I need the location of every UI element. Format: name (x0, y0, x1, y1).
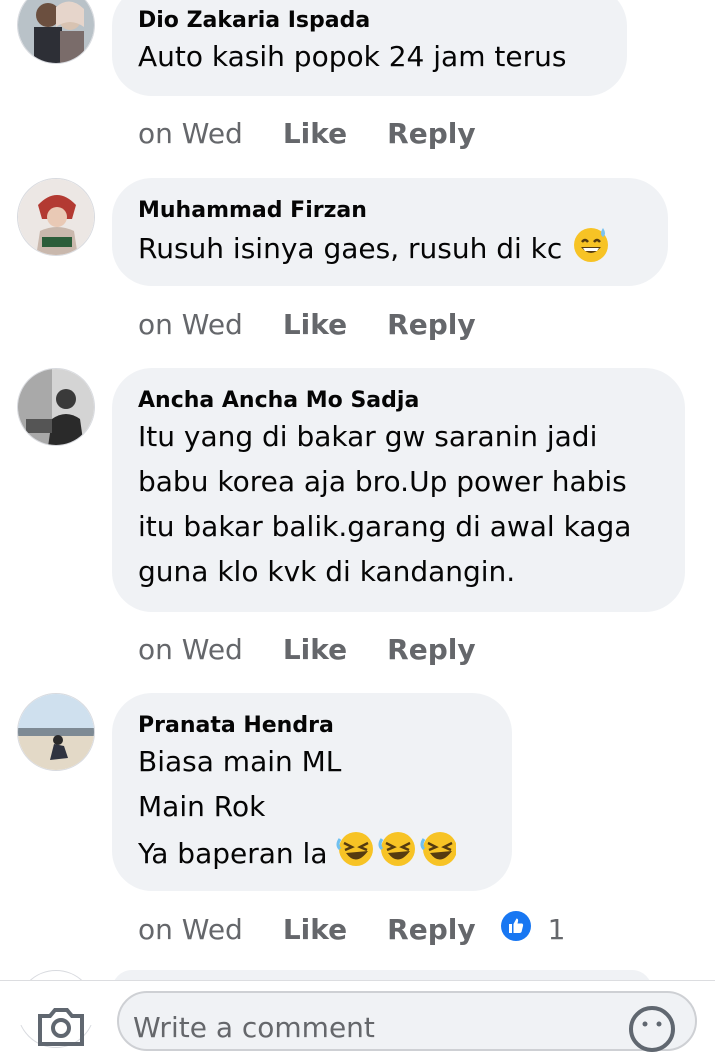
comment-text: Biasa main ML Main Rok Ya baperan la (138, 739, 486, 882)
reaction-summary[interactable]: 1 (500, 910, 566, 949)
camera-icon[interactable] (36, 1006, 86, 1050)
comment-time[interactable]: on Wed (138, 117, 243, 150)
comment-bubble: Pranata Hendra Biasa main ML Main Rok Ya… (112, 693, 512, 891)
reply-button[interactable]: Reply (387, 913, 475, 946)
grinning-sweat-emoji (571, 224, 611, 277)
emoji-icon[interactable] (628, 1005, 676, 1057)
comment-text: Itu yang di bakar gw saranin jadi babu k… (138, 420, 632, 588)
reply-button[interactable]: Reply (387, 308, 475, 341)
comment-actions: on Wed Like Reply (138, 629, 476, 669)
comment-time[interactable]: on Wed (138, 913, 243, 946)
comment-text: Rusuh isinya gaes, rusuh di kc (138, 224, 642, 277)
like-button[interactable]: Like (283, 913, 347, 946)
comment-author[interactable]: Ancha Ancha Mo Sadja (138, 388, 659, 414)
avatar[interactable] (17, 178, 95, 256)
comment-input[interactable]: Write a comment (117, 991, 697, 1051)
like-button[interactable]: Like (283, 117, 347, 150)
comment-bubble: Muhammad Firzan Rusuh isinya gaes, rusuh… (112, 178, 668, 286)
reply-button[interactable]: Reply (387, 633, 475, 666)
comment-author[interactable]: Dio Zakaria Ispada (138, 8, 601, 34)
like-button[interactable]: Like (283, 308, 347, 341)
rolling-laughing-emoji (336, 829, 458, 882)
comment-bubble: Dio Zakaria Ispada Auto kasih popok 24 j… (112, 0, 627, 96)
comment-bubble: Ancha Ancha Mo Sadja Itu yang di bakar g… (112, 368, 685, 612)
comment-actions: on Wed Like Reply 1 (138, 909, 565, 949)
avatar[interactable] (17, 368, 95, 446)
comment-actions: on Wed Like Reply (138, 304, 476, 344)
thumbs-up-icon (500, 910, 532, 949)
reply-button[interactable]: Reply (387, 117, 475, 150)
avatar[interactable] (17, 693, 95, 771)
comment-author[interactable]: Pranata Hendra (138, 713, 486, 739)
comment-time[interactable]: on Wed (138, 633, 243, 666)
like-button[interactable]: Like (283, 633, 347, 666)
avatar[interactable] (17, 0, 95, 64)
reaction-count: 1 (547, 912, 566, 946)
comment-time[interactable]: on Wed (138, 308, 243, 341)
comment-composer: Write a comment (0, 980, 715, 1052)
comment-actions: on Wed Like Reply (138, 113, 476, 153)
comment-author[interactable]: Muhammad Firzan (138, 198, 642, 224)
comment-text: Auto kasih popok 24 jam terus (138, 40, 567, 73)
